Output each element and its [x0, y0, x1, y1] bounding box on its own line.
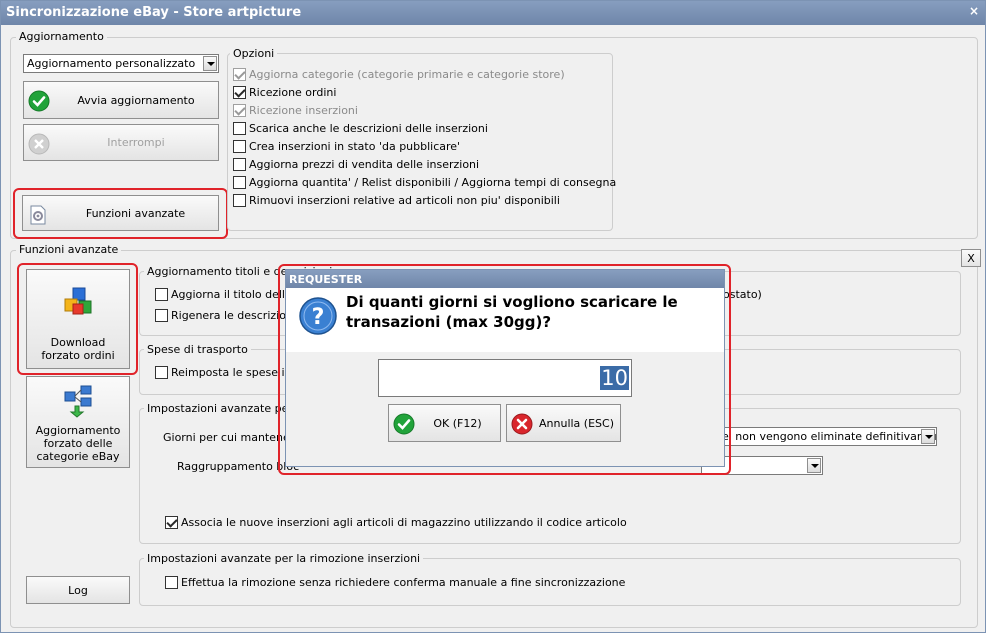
option-label: Aggiorna categorie (categorie primarie e… — [249, 67, 565, 81]
question-line-1: Di quanti giorni si vogliono scaricare l… — [346, 293, 678, 311]
option-checkbox[interactable] — [233, 139, 246, 153]
days-input-value: 10 — [600, 366, 629, 390]
option-download-descriptions[interactable]: Scarica anche le descrizioni delle inser… — [233, 119, 616, 137]
option-checkbox[interactable] — [233, 85, 246, 99]
download-orders-button[interactable]: Download forzato ordini — [26, 269, 130, 369]
cancel-circle-icon — [511, 413, 533, 435]
option-label: Associa le nuove inserzioni agli articol… — [181, 516, 627, 529]
dialog-question: Di quanti giorni si vogliono scaricare l… — [346, 292, 678, 332]
dialog-message-area: ? Di quanti giorni si vogliono scaricare… — [286, 288, 724, 352]
aggiornamento-legend: Aggiornamento — [16, 30, 107, 43]
svg-text:?: ? — [312, 305, 325, 330]
log-label: Log — [68, 583, 88, 597]
options-list: Aggiorna categorie (categorie primarie e… — [233, 65, 616, 209]
option-checkbox[interactable] — [155, 288, 168, 301]
advanced-functions-label: Funzioni avanzate — [85, 206, 186, 220]
option-receive-orders[interactable]: Ricezione ordini — [233, 83, 616, 101]
option-label: Aggiorna quantita' / Relist disponibili … — [249, 175, 617, 189]
chevron-down-icon[interactable] — [921, 429, 935, 444]
option-update-prices[interactable]: Aggiorna prezzi di vendita delle inserzi… — [233, 155, 616, 173]
option-checkbox[interactable] — [233, 103, 246, 117]
cancel-label: Annulla (ESC) — [539, 416, 614, 430]
document-gear-icon — [30, 205, 46, 225]
option-checkbox[interactable] — [155, 366, 168, 379]
opzioni-legend: Opzioni — [230, 47, 278, 60]
remove-without-confirm-option[interactable]: Effettua la rimozione senza richiedere c… — [165, 574, 625, 591]
retention-days-value: e' non vengono eliminate definitivamente — [722, 430, 937, 443]
check-circle-icon — [28, 90, 50, 112]
chevron-down-icon[interactable] — [807, 458, 821, 473]
option-update-categories[interactable]: Aggiorna categorie (categorie primarie e… — [233, 65, 616, 83]
start-update-label: Avvia aggiornamento — [77, 93, 195, 107]
option-label: Scarica anche le descrizioni delle inser… — [249, 121, 488, 135]
update-categories-label: Aggiornamento forzato delle categorie eB… — [35, 424, 121, 463]
update-categories-button[interactable]: Aggiornamento forzato delle categorie eB… — [26, 376, 130, 468]
window-titlebar: Sincronizzazione eBay - Store artpicture — [1, 1, 985, 25]
stop-button[interactable]: Interrompi — [23, 124, 219, 161]
option-label: Aggiorna prezzi di vendita delle inserzi… — [249, 157, 480, 171]
rimozione-legend: Impostazioni avanzate per la rimozione i… — [144, 552, 424, 565]
log-button[interactable]: Log — [26, 576, 130, 604]
option-label: Rimuovi inserzioni relative ad articoli … — [249, 193, 560, 207]
option-checkbox[interactable] — [233, 175, 246, 189]
download-orders-label: Download forzato ordini — [41, 336, 115, 362]
window-close-icon[interactable]: × — [969, 4, 979, 18]
cancel-button[interactable]: Annulla (ESC) — [506, 404, 621, 442]
dialog-title: REQUESTER — [286, 270, 724, 288]
option-label: Ricezione inserzioni — [249, 103, 358, 117]
option-remove-listings[interactable]: Rimuovi inserzioni relative ad articoli … — [233, 191, 616, 209]
ok-button[interactable]: OK (F12) — [388, 404, 501, 442]
requester-dialog: REQUESTER ? Di quanti giorni si vogliono… — [285, 269, 725, 467]
associate-listings-option[interactable]: Associa le nuove inserzioni agli articol… — [165, 514, 627, 531]
days-input[interactable]: 10 — [378, 359, 632, 397]
cubes-icon — [64, 287, 92, 315]
category-tree-icon — [64, 385, 92, 418]
option-checkbox[interactable] — [233, 157, 246, 171]
ok-label: OK (F12) — [433, 416, 482, 430]
question-line-2: transazioni (max 30gg)? — [346, 313, 552, 331]
option-receive-listings[interactable]: Ricezione inserzioni — [233, 101, 616, 119]
update-mode-value: Aggiornamento personalizzato — [27, 57, 196, 70]
check-circle-icon — [393, 413, 415, 435]
question-icon: ? — [299, 297, 337, 335]
funzioni-avanzate-legend: Funzioni avanzate — [16, 243, 122, 256]
option-label: Ricezione ordini — [249, 85, 337, 99]
option-checkbox[interactable] — [165, 516, 178, 529]
stop-icon — [28, 133, 50, 155]
spese-legend: Spese di trasporto — [144, 343, 251, 356]
option-checkbox[interactable] — [233, 121, 246, 135]
option-checkbox[interactable] — [233, 67, 246, 81]
retention-days-select[interactable]: e' non vengono eliminate definitivamente — [701, 427, 937, 446]
stop-label: Interrompi — [107, 136, 165, 149]
start-update-button[interactable]: Avvia aggiornamento — [23, 81, 219, 119]
option-checkbox[interactable] — [233, 193, 246, 207]
window-title: Sincronizzazione eBay - Store artpicture — [6, 5, 302, 20]
chevron-down-icon[interactable] — [203, 56, 217, 71]
update-mode-select[interactable]: Aggiornamento personalizzato — [23, 54, 219, 73]
option-checkbox[interactable] — [165, 576, 178, 589]
close-advanced-button[interactable]: X — [961, 249, 981, 267]
option-label: Crea inserzioni in stato 'da pubblicare' — [249, 139, 461, 153]
advanced-functions-button[interactable]: Funzioni avanzate — [22, 195, 219, 231]
option-label: Effettua la rimozione senza richiedere c… — [181, 576, 626, 589]
option-update-quantity[interactable]: Aggiorna quantita' / Relist disponibili … — [233, 173, 616, 191]
option-create-draft-listings[interactable]: Crea inserzioni in stato 'da pubblicare' — [233, 137, 616, 155]
option-checkbox[interactable] — [155, 309, 168, 322]
